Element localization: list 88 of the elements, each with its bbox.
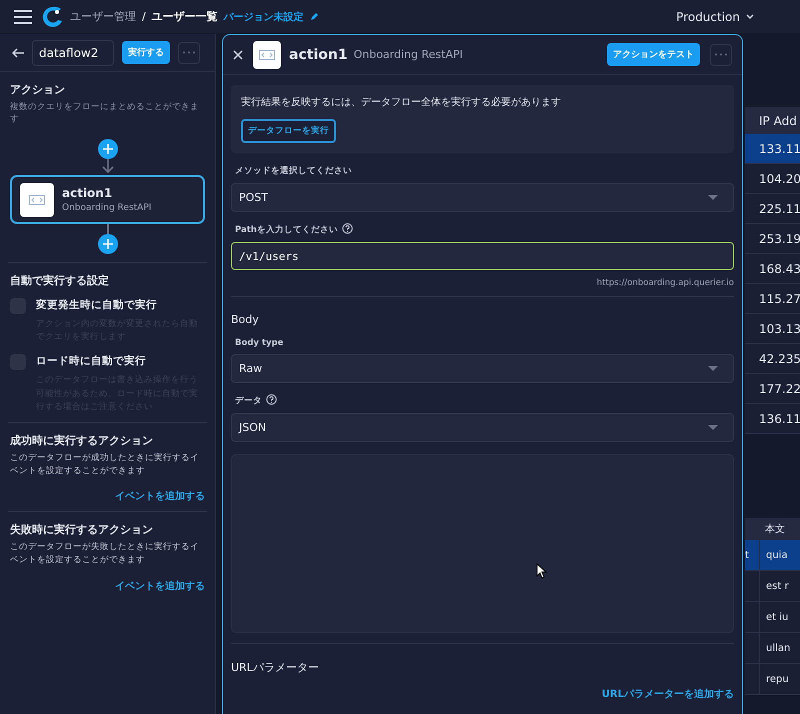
table-cell: 133.11 [759,142,800,156]
checkbox-label: 変更発生時に自動で実行 [36,298,158,312]
more-icon [182,51,196,54]
base-url-hint: https://onboarding.api.querier.io [596,278,734,288]
section-title: アクション [10,82,66,97]
version-link[interactable]: バージョン未設定 [224,10,304,24]
table-cell: 168.43 [759,262,800,276]
panel-subtitle: Onboarding RestAPI [354,48,463,61]
table-row[interactable]: 104.20 [745,164,800,194]
table-cell: 104.20 [759,172,800,186]
table-cell: 225.11 [759,202,800,216]
breadcrumb-parent[interactable]: ユーザー管理 [70,9,136,24]
panel-title: action1 [289,46,348,62]
table-row[interactable]: 133.11 [745,134,800,164]
add-event-link[interactable]: イベントを追加する [10,578,205,593]
table-cell: 103.13 [759,322,800,336]
table-row[interactable]: 225.11 [745,194,800,224]
api-icon [20,182,54,216]
chevron-down-icon[interactable] [746,14,754,20]
help-icon[interactable] [266,394,277,405]
body-type-select[interactable]: Raw [231,354,734,383]
column-header: IP Add [745,107,800,134]
table-cell: 177.22 [759,382,800,396]
section-title: 失敗時に実行するアクション [10,522,154,538]
table-row[interactable]: 115.27 [745,284,800,314]
table-row[interactable]: 177.22 [745,374,800,404]
caret-icon [708,425,718,430]
table-cell: est r [766,580,789,592]
table-cell: 253.19 [759,232,800,246]
add-icon[interactable] [98,234,118,254]
run-dataflow-button[interactable]: データフローを実行 [241,119,336,143]
table-cell: 115.27 [759,292,800,306]
cursor-icon [536,563,547,579]
section-title: 成功時に実行するアクション [10,432,154,448]
field-label: メソッドを選択してください [235,165,353,177]
table-row[interactable]: 42.235 [745,344,800,374]
section-title: 自動で実行する設定 [10,273,110,288]
action-title: action1 [62,186,114,200]
table-row[interactable]: 253.19 [745,224,800,254]
close-icon[interactable] [233,50,243,60]
action-card[interactable]: action1 Onboarding RestAPI [10,175,205,224]
data-format-select[interactable]: JSON [231,413,734,442]
page-title: ユーザー一覧 [152,9,218,24]
pencil-icon[interactable] [310,12,318,20]
path-input[interactable]: /v1/users [231,242,734,270]
table-cell: t [745,550,749,560]
table-cell: repu [766,674,789,684]
section-title: Body [231,313,260,326]
breadcrumb-separator: / [142,10,146,23]
table-cell: ullan [766,642,790,654]
table-row[interactable]: et iu [745,602,800,633]
table-row[interactable]: 103.13 [745,314,800,344]
logo-icon[interactable] [42,6,64,28]
table-row[interactable]: ullan [745,633,800,664]
field-label: データ [235,395,262,407]
table-row[interactable]: est r [745,571,800,602]
notice-text: 実行結果を反映するには、データフロー全体を実行する必要があります [241,96,561,109]
method-select[interactable]: POST [231,183,734,212]
column-header: 本文 [765,522,785,536]
api-icon [253,40,281,68]
more-icon [714,53,728,56]
caret-icon [708,195,718,200]
table-cell: quia [766,550,788,560]
table-row[interactable]: 136.11 [745,404,800,434]
table-row[interactable]: t quia [745,540,800,571]
table-row[interactable]: 168.43 [745,254,800,284]
help-icon[interactable] [342,223,353,234]
table-cell: et iu [766,612,788,622]
section-description: このデータフローが成功したときに実行するイベントを設定することができます [10,452,200,478]
table-cell: 136.11 [759,412,800,426]
field-label: Body type [235,338,284,348]
down-arrow-icon [102,159,114,173]
section-description: 複数のクエリをフローにまとめることができます [10,101,200,125]
checkbox-label: ロード時に自動で実行 [36,354,147,368]
menu-icon[interactable] [14,10,32,24]
add-url-parameter-link[interactable]: URLパラメーターを追加する [602,687,734,701]
name-field[interactable]: dataflow2 [32,40,114,66]
section-title: URLパラメーター [231,660,320,675]
action-subtitle: Onboarding RestAPI [62,203,152,213]
add-icon[interactable] [98,139,118,159]
caret-icon [708,366,718,371]
field-label: Pathを入力してください [235,224,338,236]
environment-selector[interactable]: Production [676,10,740,24]
table-row[interactable]: repu [745,664,800,695]
back-arrow-icon[interactable] [12,48,24,58]
table-cell: 42.235 [759,352,800,366]
add-event-link[interactable]: イベントを追加する [10,489,205,504]
section-description: このデータフローが失敗したときに実行するイベントを設定することができます [10,541,200,567]
